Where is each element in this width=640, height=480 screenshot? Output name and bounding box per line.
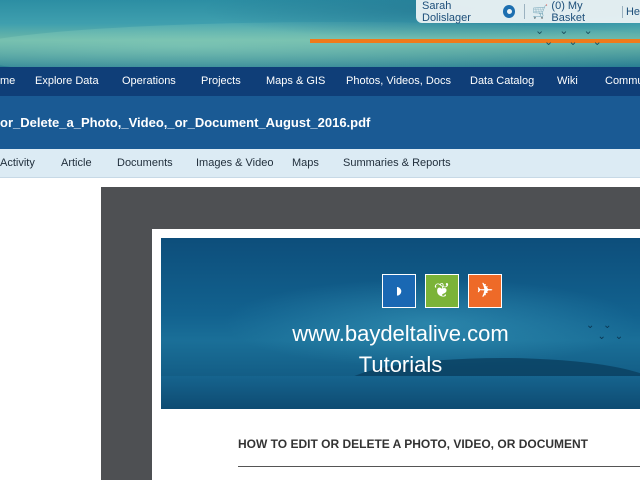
nav-item-operations[interactable]: Operations <box>122 75 176 87</box>
tab-article[interactable]: Article <box>61 157 92 169</box>
leaf-icon: ❦ <box>425 274 459 308</box>
document-heading-rule <box>238 466 640 467</box>
page-title-bar: or_Delete_a_Photo,_Video,_or_Document_Au… <box>0 96 640 149</box>
nav-item-community[interactable]: Commu <box>605 75 640 87</box>
bird-icon: ✈ <box>468 274 502 308</box>
nav-item-photos-videos-docs[interactable]: Photos, Videos, Docs <box>346 75 451 87</box>
basket-icon[interactable]: 🛒 <box>532 4 548 20</box>
gear-icon[interactable] <box>503 5 516 18</box>
main-nav: me Explore Data Operations Projects Maps… <box>0 67 640 96</box>
nav-item-wiki[interactable]: Wiki <box>557 75 578 87</box>
hero-url-text: www.baydeltalive.com <box>292 321 509 346</box>
hero-subtitle: Tutorials <box>358 352 443 377</box>
nav-item-explore-data[interactable]: Explore Data <box>35 75 99 87</box>
page-title: or_Delete_a_Photo,_Video,_or_Document_Au… <box>0 115 371 130</box>
document-heading: HOW TO EDIT OR DELETE A PHOTO, VIDEO, OR… <box>238 437 589 451</box>
tab-summaries-reports[interactable]: Summaries & Reports <box>343 157 451 169</box>
hero-water <box>161 376 640 409</box>
user-name-link[interactable]: Sarah Dolislager <box>422 0 498 24</box>
nav-item-home[interactable]: me <box>0 75 15 87</box>
basket-link[interactable]: (0) My Basket <box>551 0 615 24</box>
nav-item-maps-gis[interactable]: Maps & GIS <box>266 75 325 87</box>
banner-birds-decoration: ⌄ ⌄ ⌄ ⌄ ⌄ ⌄ <box>535 25 608 48</box>
tab-maps[interactable]: Maps <box>292 157 319 169</box>
tab-activity[interactable]: Activity <box>0 157 35 169</box>
nav-item-data-catalog[interactable]: Data Catalog <box>470 75 534 87</box>
site-banner: ⌄ ⌄ ⌄ ⌄ ⌄ ⌄ Sarah Dolislager 🛒 (0) My Ba… <box>0 0 640 67</box>
tutorial-hero-image: ◗ ❦ ✈ ⌄ ⌄ ⌄ ⌄ www.baydeltalive.com Tutor… <box>161 238 640 409</box>
tab-documents[interactable]: Documents <box>117 157 173 169</box>
user-bar: Sarah Dolislager 🛒 (0) My Basket He <box>416 0 640 24</box>
user-bar-divider <box>524 4 526 19</box>
sub-nav: Activity Article Documents Images & Vide… <box>0 149 640 178</box>
help-link[interactable]: He <box>621 5 640 18</box>
nav-item-projects[interactable]: Projects <box>201 75 241 87</box>
whale-icon: ◗ <box>382 274 416 308</box>
tab-images-video[interactable]: Images & Video <box>196 157 273 169</box>
